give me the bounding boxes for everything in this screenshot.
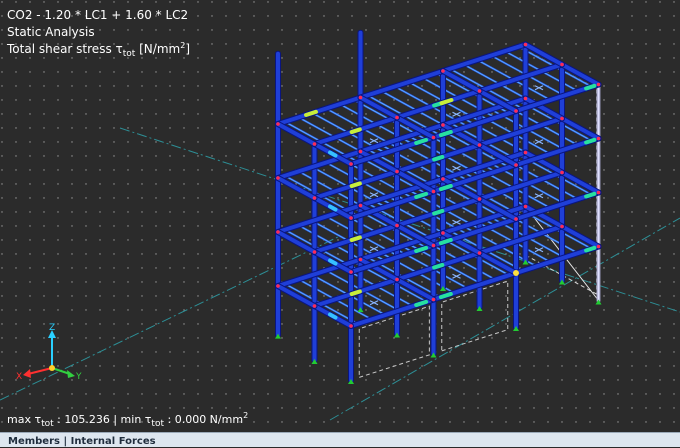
stress-highlight bbox=[432, 262, 445, 270]
stress-highlight bbox=[349, 235, 362, 243]
node bbox=[349, 324, 353, 328]
stress-highlight bbox=[432, 154, 445, 162]
stress-highlight bbox=[328, 312, 338, 320]
min-subscript: tot bbox=[151, 419, 164, 429]
node bbox=[431, 243, 436, 248]
node bbox=[358, 203, 363, 208]
stress-highlight bbox=[584, 83, 597, 91]
stress-highlight bbox=[328, 258, 338, 266]
node bbox=[596, 244, 601, 249]
stress-highlight bbox=[328, 204, 338, 212]
stress-highlight bbox=[328, 150, 338, 158]
min-unit-superscript: 2 bbox=[243, 411, 249, 420]
node bbox=[276, 284, 280, 288]
node bbox=[441, 231, 445, 235]
node bbox=[560, 170, 564, 175]
load-combination-label: CO2 - 1.20 * LC1 + 1.60 * LC2 bbox=[7, 8, 189, 22]
node bbox=[477, 251, 482, 255]
node bbox=[276, 122, 280, 126]
stress-highlight bbox=[584, 191, 597, 199]
min-value: : 0.000 N/mm bbox=[164, 413, 244, 426]
stress-highlight bbox=[584, 245, 597, 253]
result-unit-close: ] bbox=[185, 42, 190, 56]
node bbox=[349, 216, 353, 220]
stress-highlight bbox=[584, 137, 597, 145]
result-unit: [N/mm bbox=[135, 42, 181, 56]
node bbox=[358, 149, 363, 154]
node bbox=[514, 163, 518, 167]
result-subscript: tot bbox=[122, 49, 136, 59]
result-type-label: Total shear stress τtot [N/mm2] bbox=[7, 41, 190, 59]
node bbox=[312, 142, 317, 146]
node bbox=[312, 250, 317, 254]
node bbox=[596, 82, 601, 87]
node bbox=[431, 135, 436, 140]
node bbox=[441, 123, 445, 127]
node bbox=[523, 150, 528, 155]
node bbox=[358, 257, 363, 262]
grid-background bbox=[0, 0, 680, 432]
result-text: Total shear stress τ bbox=[7, 42, 123, 56]
y-axis-label: Y bbox=[75, 372, 82, 382]
stress-highlight bbox=[432, 208, 445, 216]
max-min-readout: max τtot : 105.236 | min τtot : 0.000 N/… bbox=[7, 411, 249, 429]
panel-title[interactable]: Members | Internal Forces bbox=[8, 436, 156, 448]
node bbox=[395, 169, 399, 174]
node bbox=[431, 297, 436, 302]
app-window: Z X Y CO2 - 1.20 * LC1 + 1.60 * LC2 Stat… bbox=[0, 0, 680, 447]
node bbox=[395, 277, 399, 282]
max-subscript: tot bbox=[41, 419, 54, 429]
max-label: max τ bbox=[7, 413, 42, 426]
node bbox=[276, 176, 280, 180]
model-viewport[interactable]: Z X Y CO2 - 1.20 * LC1 + 1.60 * LC2 Stat… bbox=[0, 0, 680, 432]
node bbox=[523, 96, 528, 101]
node bbox=[441, 69, 445, 73]
node bbox=[596, 190, 601, 195]
x-axis-label: X bbox=[16, 372, 22, 382]
bottom-panel: Members | Internal Forces bbox=[0, 432, 680, 447]
stress-highlight bbox=[349, 127, 362, 135]
structure-3d-view[interactable]: Z X Y bbox=[0, 0, 680, 432]
node bbox=[395, 115, 399, 120]
node bbox=[349, 270, 353, 274]
node bbox=[560, 224, 564, 229]
node bbox=[312, 196, 317, 200]
node bbox=[523, 204, 528, 209]
node bbox=[596, 136, 601, 141]
z-axis-label: Z bbox=[49, 323, 55, 333]
node bbox=[358, 95, 363, 100]
node bbox=[312, 304, 317, 308]
node bbox=[514, 217, 518, 221]
node bbox=[477, 89, 482, 93]
node bbox=[560, 116, 564, 121]
axis-origin bbox=[49, 365, 55, 371]
highlight-node bbox=[513, 270, 519, 276]
result-unit-superscript: 2 bbox=[180, 41, 186, 50]
node bbox=[477, 197, 482, 201]
node bbox=[560, 62, 564, 67]
node bbox=[431, 189, 436, 194]
node bbox=[395, 223, 399, 228]
node bbox=[523, 42, 528, 47]
node bbox=[276, 230, 280, 234]
analysis-type-label: Static Analysis bbox=[7, 25, 95, 39]
node bbox=[514, 109, 518, 113]
node bbox=[349, 162, 353, 166]
max-value: : 105.236 | min τ bbox=[53, 413, 152, 426]
node bbox=[477, 143, 482, 147]
stress-highlight bbox=[349, 289, 362, 297]
node bbox=[441, 177, 445, 181]
stress-highlight bbox=[349, 181, 362, 189]
